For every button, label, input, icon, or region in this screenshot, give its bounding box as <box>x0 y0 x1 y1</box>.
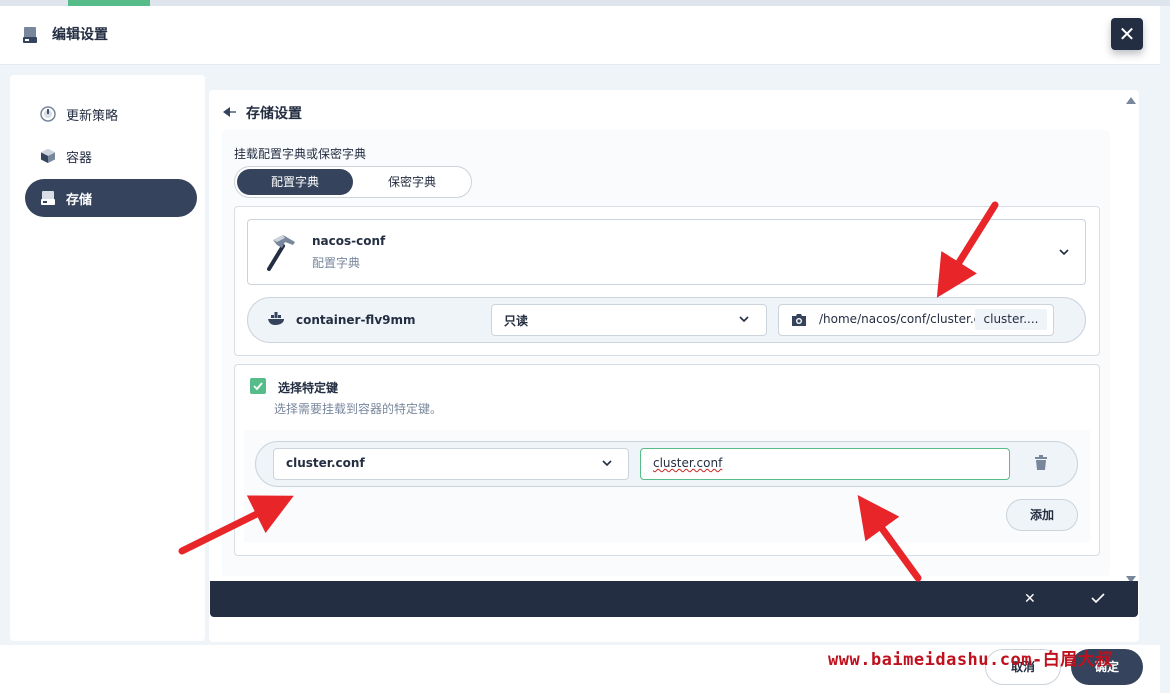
hammer-icon <box>267 235 295 271</box>
access-mode-select[interactable] <box>491 304 767 336</box>
check-icon <box>253 382 263 391</box>
specific-keys-description: 选择需要挂载到容器的特定键。 <box>274 402 443 416</box>
add-key-button[interactable]: 添加 <box>1006 499 1078 531</box>
camera-icon <box>792 314 806 326</box>
specific-keys-checkbox[interactable] <box>250 378 266 394</box>
watermark-text: www.baimeidashu.com-白眉大叔 <box>828 650 1113 670</box>
configmap-type: 配置字典 <box>312 256 361 270</box>
storage-section-title: 存储设置 <box>246 106 302 122</box>
sidebar-item-storage[interactable]: 存储 <box>25 179 197 217</box>
storage-icon <box>41 191 55 205</box>
sidebar-item-label: 存储 <box>66 193 93 208</box>
mount-type-switch: 配置字典 保密字典 <box>234 166 472 198</box>
close-button[interactable]: ✕ <box>1111 18 1143 50</box>
cancel-storage-button[interactable]: ✕ <box>1024 591 1036 607</box>
back-arrow-icon[interactable] <box>223 106 239 118</box>
storage-icon <box>23 27 37 43</box>
access-mode-value: 只读 <box>504 314 529 328</box>
key-select-value: cluster.conf <box>286 456 365 470</box>
mount-type-label: 挂载配置字典或保密字典 <box>234 147 367 161</box>
configmap-name: nacos-conf <box>312 234 386 248</box>
container-icon <box>41 149 55 163</box>
specific-keys-title: 选择特定键 <box>278 381 339 395</box>
tab-configmap[interactable]: 配置字典 <box>237 169 353 195</box>
storage-action-bar <box>210 581 1138 617</box>
confirm-storage-icon[interactable] <box>1091 592 1105 604</box>
scroll-up-arrow[interactable] <box>1126 97 1136 104</box>
sub-path-tag: cluster.... <box>975 309 1047 330</box>
chevron-down-icon[interactable] <box>601 457 613 469</box>
update-strategy-icon <box>40 106 56 122</box>
chevron-down-icon[interactable] <box>1058 246 1070 258</box>
chevron-down-icon[interactable] <box>738 313 750 325</box>
mount-path-value: /home/nacos/conf/cluster.conf <box>819 312 975 326</box>
docker-icon <box>268 312 284 325</box>
configmap-select[interactable] <box>247 219 1086 285</box>
dialog-header: 编辑设置 <box>0 6 1160 65</box>
dialog-title: 编辑设置 <box>52 27 108 43</box>
settings-sidebar: 更新策略 容器 存储 <box>10 75 205 641</box>
trash-icon[interactable] <box>1034 455 1048 471</box>
sidebar-item-container[interactable]: 容器 <box>25 137 197 175</box>
tab-secret[interactable]: 保密字典 <box>355 169 469 195</box>
sidebar-item-label: 更新策略 <box>66 109 119 124</box>
sidebar-item-update-strategy[interactable]: 更新策略 <box>25 95 197 133</box>
container-name: container-flv9mm <box>296 313 416 327</box>
sidebar-item-label: 容器 <box>66 151 93 166</box>
key-path-value: cluster.conf <box>653 456 723 470</box>
